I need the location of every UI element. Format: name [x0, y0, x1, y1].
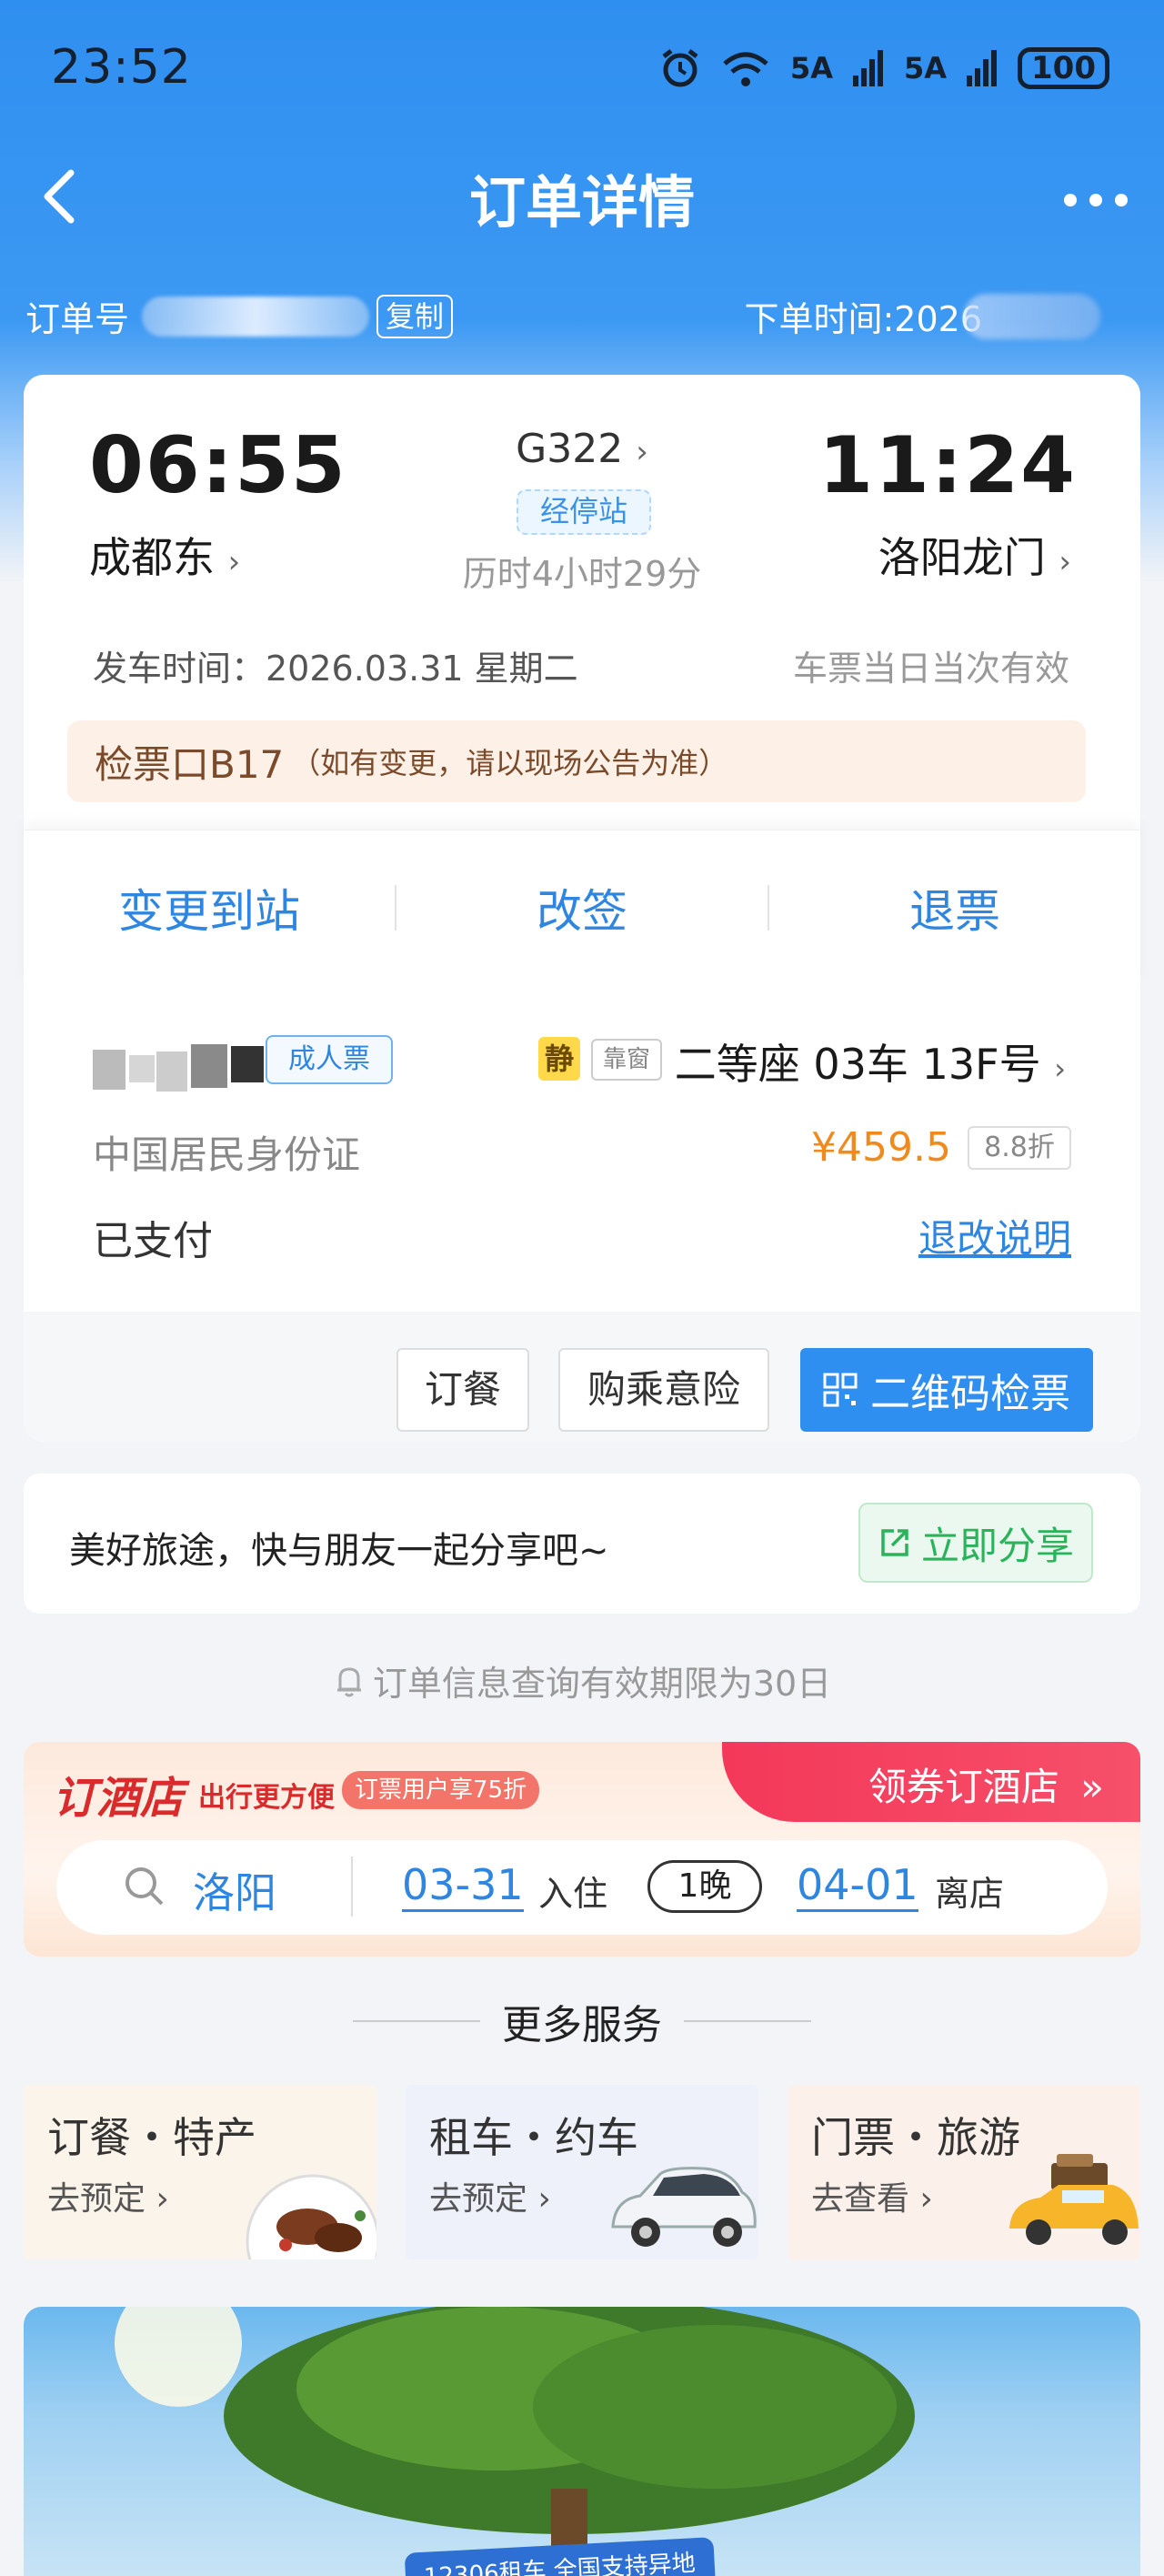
discount-badge: 8.8折	[968, 1126, 1071, 1170]
payment-status: 已支付	[93, 1218, 213, 1264]
hotel-logo: 订酒店	[53, 1773, 185, 1824]
ticket-gate-note: （如有变更，请以现场公告为准）	[291, 746, 728, 780]
change-station-button[interactable]: 变更到站	[24, 875, 395, 941]
share-text: 美好旅途，快与朋友一起分享吧~	[69, 1530, 609, 1572]
train-number[interactable]: G322 ›	[24, 426, 1140, 472]
signal-1-icon: 5A	[789, 51, 833, 86]
hotel-search-bar[interactable]: 洛阳 03-31 入住 1晚 04-01 离店	[56, 1840, 1108, 1935]
battery-icon: 100	[1018, 47, 1109, 89]
chevron-right-icon: ›	[1054, 1052, 1066, 1086]
ticket-price: ¥459.5	[811, 1124, 951, 1171]
checkin-date[interactable]: 03-31	[402, 1860, 524, 1912]
departure-date: 发车时间：2026.03.31 星期二	[93, 649, 578, 689]
seat-info[interactable]: 二等座 03车 13F号 ›	[675, 1031, 1066, 1092]
query-validity-notice: 订单信息查询有效期限为30日	[0, 1655, 1164, 1706]
car-icon	[611, 2167, 757, 2247]
bell-icon	[336, 1666, 361, 1696]
hotel-slogan: 出行更方便	[198, 1782, 335, 1814]
share-button[interactable]: 立即分享	[858, 1503, 1093, 1583]
order-time-redacted	[964, 293, 1100, 339]
service-tile-car[interactable]: 租车・约车 去预定 ›	[406, 2085, 758, 2259]
checkout-label: 离店	[935, 1874, 1005, 1914]
food-plate-icon	[246, 2174, 376, 2259]
nights-badge: 1晚	[647, 1860, 762, 1913]
ticket-gate: 检票口B17	[95, 741, 285, 787]
order-time-label: 下单时间:2026	[744, 299, 982, 339]
copy-order-button[interactable]: 复制	[376, 294, 454, 338]
order-number-row: 订单号 复制	[25, 291, 454, 341]
service-tile-link: 去预定 ›	[429, 2180, 551, 2218]
insurance-button[interactable]: 购乘意险	[558, 1348, 769, 1432]
divider	[351, 1857, 353, 1917]
reschedule-button[interactable]: 改签	[396, 875, 768, 941]
order-time-row: 下单时间:2026	[744, 291, 1100, 341]
search-icon	[125, 1867, 164, 1906]
service-tile-title: 门票・旅游	[811, 2113, 1020, 2162]
share-card: 美好旅途，快与朋友一起分享吧~ 立即分享	[24, 1474, 1140, 1614]
status-time: 23:52	[51, 40, 192, 95]
id-type: 中国居民身份证	[93, 1132, 361, 1177]
divider	[684, 2020, 811, 2022]
signal-bars-icon	[967, 50, 998, 86]
trip-duration: 历时4小时29分	[462, 554, 702, 594]
signal-bars-icon	[852, 50, 883, 86]
hotel-city[interactable]: 洛阳	[193, 1860, 276, 1920]
divider	[353, 2020, 480, 2022]
more-services-heading: 更多服务	[0, 1992, 1164, 2050]
travel-car-icon	[1009, 2154, 1139, 2245]
page-title: 订单详情	[468, 169, 695, 236]
quiet-car-badge: 静	[538, 1037, 580, 1081]
promo-banner[interactable]: 12306租车 全国支持异地	[24, 2307, 1140, 2576]
service-tile-tickets[interactable]: 门票・旅游 去查看 ›	[788, 2085, 1140, 2259]
service-tile-title: 订餐・特产	[47, 2113, 256, 2162]
checkin-label: 入住	[538, 1874, 608, 1914]
qr-code-icon	[823, 1373, 858, 1407]
stops-button[interactable]: 经停站	[517, 489, 651, 535]
meal-button[interactable]: 订餐	[396, 1348, 529, 1432]
double-chevron-right-icon: »	[1080, 1765, 1104, 1809]
service-tile-link: 去查看 ›	[811, 2180, 933, 2218]
window-seat-badge: 靠窗	[591, 1039, 662, 1081]
ticket-type-badge: 成人票	[266, 1035, 393, 1084]
action-button-row: 订餐 购乘意险 二维码检票	[24, 1312, 1140, 1442]
chevron-right-icon: ›	[636, 434, 648, 470]
ticket-operations: 变更到站 改签 退票	[24, 830, 1140, 984]
ticket-validity: 车票当日当次有效	[792, 649, 1069, 689]
signal-2-icon: 5A	[903, 51, 948, 86]
service-tile-link: 去预定 ›	[47, 2180, 169, 2218]
checkout-date[interactable]: 04-01	[797, 1860, 918, 1912]
ticket-gate-banner: 检票口B17 （如有变更，请以现场公告为准）	[67, 720, 1086, 802]
passenger-name-redacted	[93, 1039, 266, 1102]
hotel-booking-banner[interactable]: 订酒店 出行更方便 订票用户享75折 领券订酒店 » 洛阳 03-31 入住 1…	[24, 1742, 1140, 1957]
hotel-discount-tag: 订票用户享75折	[342, 1771, 540, 1809]
refund-rules-link[interactable]: 退改说明	[918, 1208, 1071, 1263]
alarm-icon	[662, 49, 698, 87]
wifi-icon	[723, 52, 768, 86]
share-icon	[881, 1529, 908, 1556]
order-number-redacted	[142, 296, 370, 337]
hotel-coupon-button[interactable]: 领券订酒店 »	[868, 1756, 1104, 1812]
more-menu-icon[interactable]	[1064, 186, 1128, 214]
service-tile-food[interactable]: 订餐・特产 去预定 ›	[24, 2085, 376, 2259]
ticket-card: 06:55 11:24 成都东 › 洛阳龙门 › G322 › 经停站 历时4小…	[24, 375, 1140, 1442]
qr-checkin-button[interactable]: 二维码检票	[800, 1348, 1093, 1432]
status-icons: 5A 5A 100	[659, 47, 1109, 89]
refund-button[interactable]: 退票	[769, 875, 1140, 941]
tree-illustration	[115, 2307, 915, 2576]
order-number-label: 订单号	[25, 299, 130, 339]
